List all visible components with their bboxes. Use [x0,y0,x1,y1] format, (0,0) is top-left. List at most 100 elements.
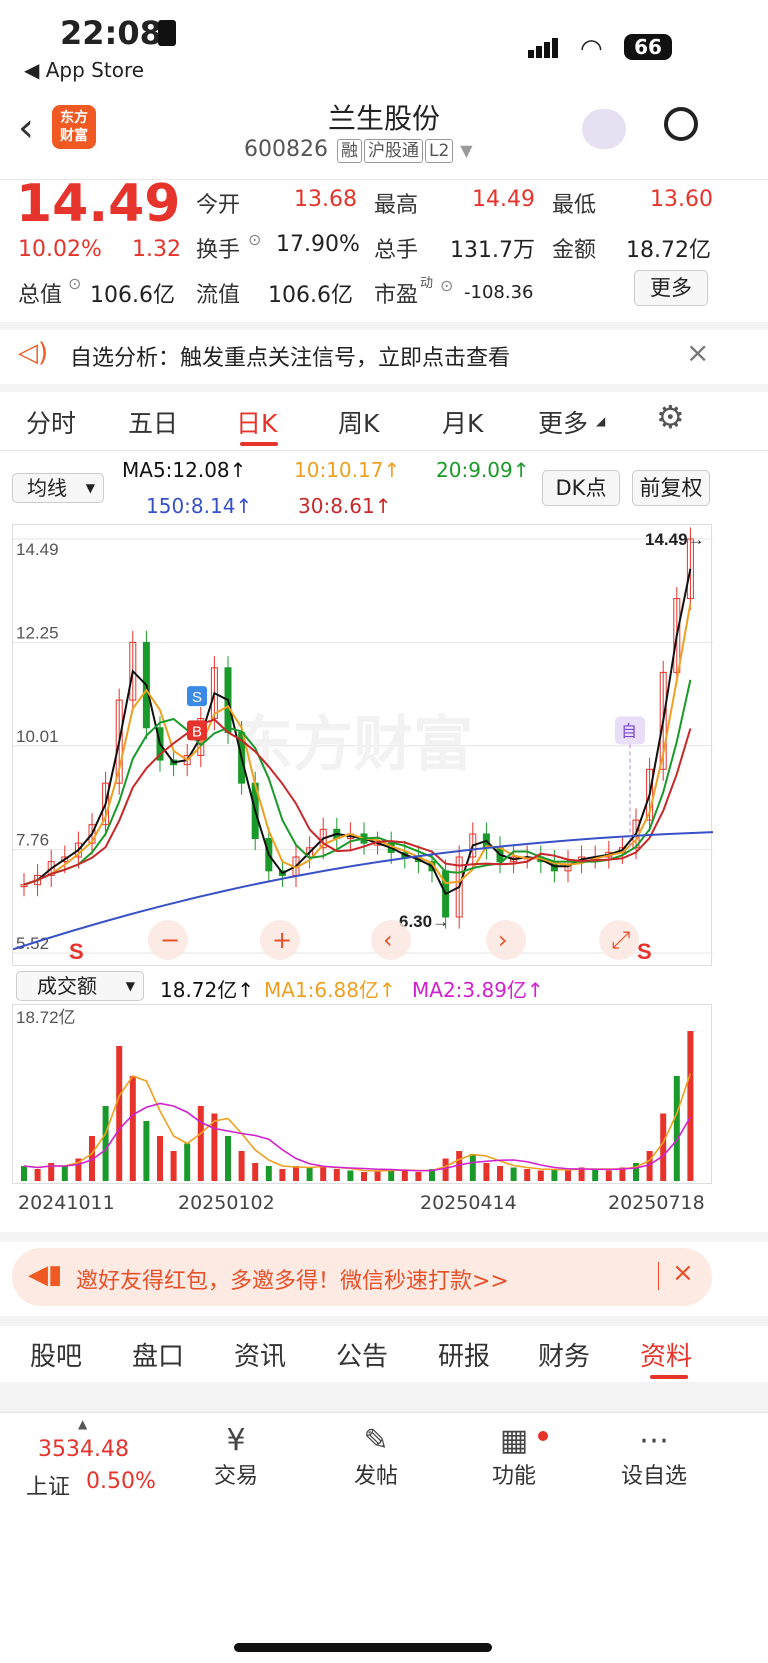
promo-close-icon[interactable]: × [672,1258,694,1288]
volume-bar [374,1170,381,1181]
tab-more[interactable]: 更多 [538,404,588,440]
volume-bar [170,1151,177,1181]
expand-icon: ⤢ [611,926,630,954]
alert-text[interactable]: 自选分析：触发重点关注信号，立即点击查看 [70,340,510,372]
index-name: 上证 [26,1475,71,1500]
volume-bar [306,1167,313,1181]
tab-daily-k[interactable]: 日K [236,404,277,440]
alert-close-icon[interactable]: × [686,336,709,369]
wifi-icon: ◠ [580,34,603,64]
volume-bar [565,1170,571,1181]
nav-post[interactable]: ✎ 发帖 [326,1423,426,1490]
float-label: 流值 [196,283,241,308]
tab-research[interactable]: 研报 [438,1336,490,1373]
tab-weekly-k[interactable]: 周K [338,404,379,440]
amount-label: 金额 [552,238,597,263]
volume-bar [673,1076,680,1181]
volume-label: 总手 [374,238,419,263]
volume-bar [469,1154,476,1181]
tab-news[interactable]: 资讯 [234,1336,286,1373]
nav-trade-label: 交易 [213,1464,258,1489]
kline-chart[interactable]: 14.49 12.25 10.01 7.76 5.52 东方财富 14.49→ 6.30→ B S… [12,524,713,966]
nav-add-watchlist[interactable]: ⋯ 设自选 [604,1423,704,1490]
volume-bar [184,1143,191,1181]
divider [0,1316,768,1326]
megaphone-icon: ◀▮ [28,1260,63,1290]
nav-watch-label: 设自选 [620,1464,687,1489]
price-tick-label: 12.25 [16,623,59,642]
dk-point-button[interactable]: DK点 [542,470,620,506]
volume-bar [361,1172,367,1181]
index-value[interactable]: 3534.48 [38,1437,129,1462]
info-dots-icon[interactable]: ⊙ [248,230,261,249]
tab-monthly-k[interactable]: 月K [442,404,483,440]
volume-indicator-select[interactable]: 成交额 ▼ [16,971,144,1001]
settings-gear-icon[interactable]: ⚙ [656,398,685,436]
ma5-label: MA5:12.08↑ [122,458,247,482]
low-label: 最低 [552,193,597,218]
volume-bar [320,1166,327,1181]
more-quote-button[interactable]: 更多 [634,270,708,306]
pe-value: -108.36 [464,282,534,303]
volume-bar [238,1151,245,1181]
tab-orderbook[interactable]: 盘口 [132,1336,184,1373]
volume-value: 131.7万 [450,238,535,263]
tab-intraday[interactable]: 分时 [26,404,76,440]
divider [0,322,768,330]
search-icon[interactable] [664,107,698,141]
price-tick-label: 7.76 [16,831,49,850]
volume-bar [592,1169,599,1181]
robot-assistant-icon[interactable] [582,109,626,149]
nav-function[interactable]: ▦ 功能 [464,1423,564,1490]
grid-icon: ▦ [499,1423,529,1458]
notification-dot [538,1431,548,1441]
tab-profile[interactable]: 资料 [640,1336,692,1373]
volume-ma1-line [23,1073,692,1172]
info-dots-icon[interactable]: ⊙ [440,276,453,295]
active-tab-indicator [240,442,278,446]
volume-top-tick: 18.72亿 [16,1008,76,1027]
date-tick: 20250718 [608,1192,705,1214]
volume-bar [197,1106,204,1181]
tag-level2: L2 [424,139,454,163]
mktcap-label: 总值 [18,283,63,308]
volume-bar [293,1166,299,1181]
active-subtab-indicator [650,1375,688,1379]
tab-finance[interactable]: 财务 [538,1336,590,1373]
volume-bar [61,1166,68,1181]
collapse-caret-icon[interactable]: ▲ [78,1417,87,1431]
adjust-price-button[interactable]: 前复权 [632,470,710,506]
tab-announcements[interactable]: 公告 [336,1336,388,1373]
volume-chart[interactable]: 18.72亿 [12,1004,712,1184]
ma20-label: 20:9.09↑ [436,458,530,482]
amount-value: 18.72亿 [626,238,711,263]
tab-5day[interactable]: 五日 [128,404,178,440]
index-pct: 0.50% [86,1469,156,1494]
promo-banner[interactable]: ◀▮ 邀好友得红包，多邀多得！微信秒速打款>> × [12,1248,712,1306]
volume-bar [551,1169,558,1181]
info-dots-icon[interactable]: ⊙ [68,274,81,293]
volume-bar [21,1166,27,1181]
back-app-label: App Store [45,58,145,82]
open-label: 今开 [196,193,241,218]
date-tick: 20241011 [18,1192,115,1214]
tab-forum[interactable]: 股吧 [30,1336,82,1373]
pe-label: 市盈 [374,283,419,308]
ma10-label: 10:10.17↑ [294,458,401,482]
nav-trade[interactable]: ¥ 交易 [186,1423,286,1490]
high-label: 最高 [374,193,419,218]
prev-icon: ‹ [383,926,393,954]
watermark: 东方财富 [233,710,473,780]
volume-bar [605,1170,612,1181]
indicator-select[interactable]: 均线 ▼ [12,473,104,503]
volume-bar [129,1076,136,1181]
volume-svg: 18.72亿 [16,1008,694,1181]
indicator-select-label: 均线 [27,476,67,500]
float-value: 106.6亿 [268,283,353,308]
dropdown-icon: ▼ [125,979,135,993]
volume-bar [225,1136,231,1181]
self-tag-label: 自 [621,721,637,740]
back-to-app[interactable]: ◀ App Store [24,58,144,82]
sell-signal-label: S [192,689,202,706]
dropdown-caret-icon[interactable]: ▼ [460,141,472,160]
